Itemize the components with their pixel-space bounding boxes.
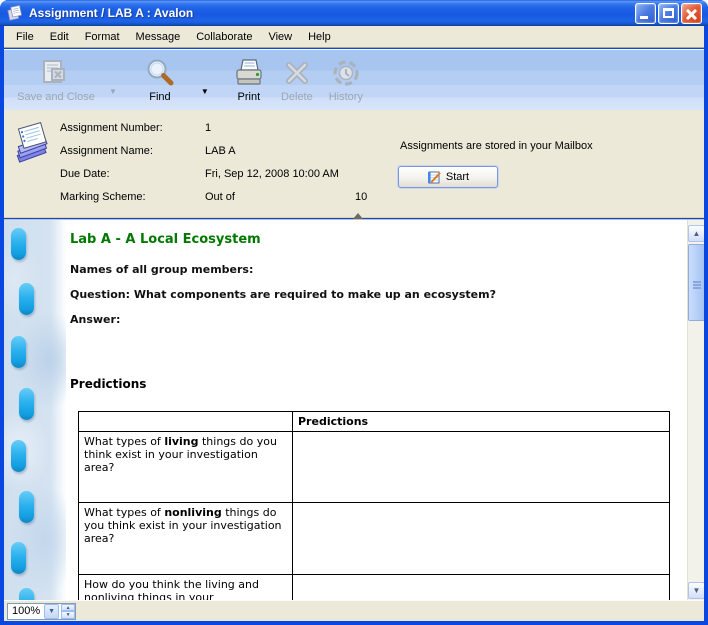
scrollbar-thumb[interactable] [688,244,704,321]
zoom-dropdown-button[interactable]: ▼ [44,604,59,619]
field-assignment-number: Assignment Number: 1 [60,122,460,142]
splitter-handle[interactable] [350,213,364,219]
menu-help[interactable]: Help [300,28,339,46]
app-icon [6,5,24,21]
marking-scheme-value: Out of [205,191,235,203]
find-button[interactable]: Find [134,55,186,107]
table-row: What types of living things do you think… [79,432,670,503]
menu-message[interactable]: Message [128,28,189,46]
print-icon [233,56,265,90]
save-and-close-dropdown-icon: ▼ [106,87,120,96]
field-marking-scheme: Marking Scheme: Out of 10 [60,191,460,211]
print-button[interactable]: Print [226,55,272,107]
answer-cell[interactable] [293,503,670,575]
start-notepad-icon [427,170,442,185]
menu-collaborate[interactable]: Collaborate [188,28,260,46]
predictions-heading: Predictions [70,377,146,391]
question-line: Question: What components are required t… [70,288,496,301]
maximize-icon [663,8,674,18]
header-cell-question [79,412,293,432]
save-and-close-icon [40,56,72,90]
save-and-close-button: Save and Close [6,55,106,107]
find-label: Find [149,91,170,103]
print-label: Print [238,91,261,103]
menu-format[interactable]: Format [77,28,128,46]
delete-button: Delete [274,55,320,107]
due-date-label: Due Date: [60,168,110,180]
question-cell: How do you think the living and nonlivin… [79,575,293,601]
zoom-spin-down-button[interactable]: ▼ [61,611,75,619]
header-cell-predictions: Predictions [293,412,670,432]
due-date-value: Fri, Sep 12, 2008 10:00 AM [205,168,339,180]
menu-bar: File Edit Format Message Collaborate Vie… [4,26,704,48]
assignment-name-label: Assignment Name: [60,145,153,157]
document-title: Lab A - A Local Ecosystem [70,232,261,247]
assignment-number-value: 1 [205,122,211,134]
answer-cell[interactable] [293,575,670,601]
zoom-value[interactable]: 100% [8,605,44,617]
delete-icon [282,56,312,90]
find-icon [145,56,175,90]
close-button[interactable] [681,3,702,24]
zoom-spin-up-button[interactable]: ▲ [61,604,75,612]
status-bar: 100% ▼ ▲ ▼ [4,600,704,621]
history-label: History [329,91,363,103]
marking-scheme-label: Marking Scheme: [60,191,146,203]
history-icon [331,56,361,90]
table-row: What types of nonliving things do you th… [79,503,670,575]
table-header-row: Predictions [79,412,670,432]
document-body: Lab A - A Local Ecosystem Names of all g… [4,220,692,600]
question-cell: What types of living things do you think… [79,432,293,503]
toolbar: Save and Close ▼ Find ▼ [4,49,704,110]
scroll-down-button[interactable]: ▼ [688,582,704,599]
names-line: Names of all group members: [70,263,253,276]
maximize-button[interactable] [658,3,679,24]
assignment-info-panel: Assignment Number: 1 Assignment Name: LA… [4,110,704,218]
history-button: History [322,55,370,107]
find-dropdown-icon[interactable]: ▼ [198,87,212,96]
menu-file[interactable]: File [8,28,42,46]
scrollbar-grip [693,281,701,283]
answer-cell[interactable] [293,432,670,503]
zoom-control: 100% ▼ ▲ ▼ [7,603,76,620]
minimize-icon [640,16,648,19]
table-row: How do you think the living and nonlivin… [79,575,670,601]
menu-edit[interactable]: Edit [42,28,77,46]
question-cell: What types of nonliving things do you th… [79,503,293,575]
answer-line: Answer: [70,313,120,326]
mailbox-note: Assignments are stored in your Mailbox [400,140,593,152]
marking-out-of-value: 10 [355,191,367,203]
predictions-table: Predictions What types of living things … [78,411,670,600]
menu-view[interactable]: View [260,28,300,46]
document-view: Lab A - A Local Ecosystem Names of all g… [4,219,704,600]
start-button-label: Start [446,171,469,183]
minimize-button[interactable] [635,3,656,24]
vertical-scrollbar[interactable]: ▲ ▼ [687,220,704,600]
zoom-spinner: ▲ ▼ [61,604,75,619]
title-bar[interactable]: Assignment / LAB A : Avalon [0,0,708,26]
application-window: Assignment / LAB A : Avalon File Edit Fo… [0,0,708,625]
scroll-up-button[interactable]: ▲ [688,225,704,242]
start-button[interactable]: Start [398,166,498,188]
assignment-number-label: Assignment Number: [60,122,163,134]
window-title: Assignment / LAB A : Avalon [29,6,635,20]
assignment-name-value: LAB A [205,145,236,157]
save-and-close-label: Save and Close [17,91,95,103]
assignment-stack-icon [12,122,54,166]
delete-label: Delete [281,91,313,103]
